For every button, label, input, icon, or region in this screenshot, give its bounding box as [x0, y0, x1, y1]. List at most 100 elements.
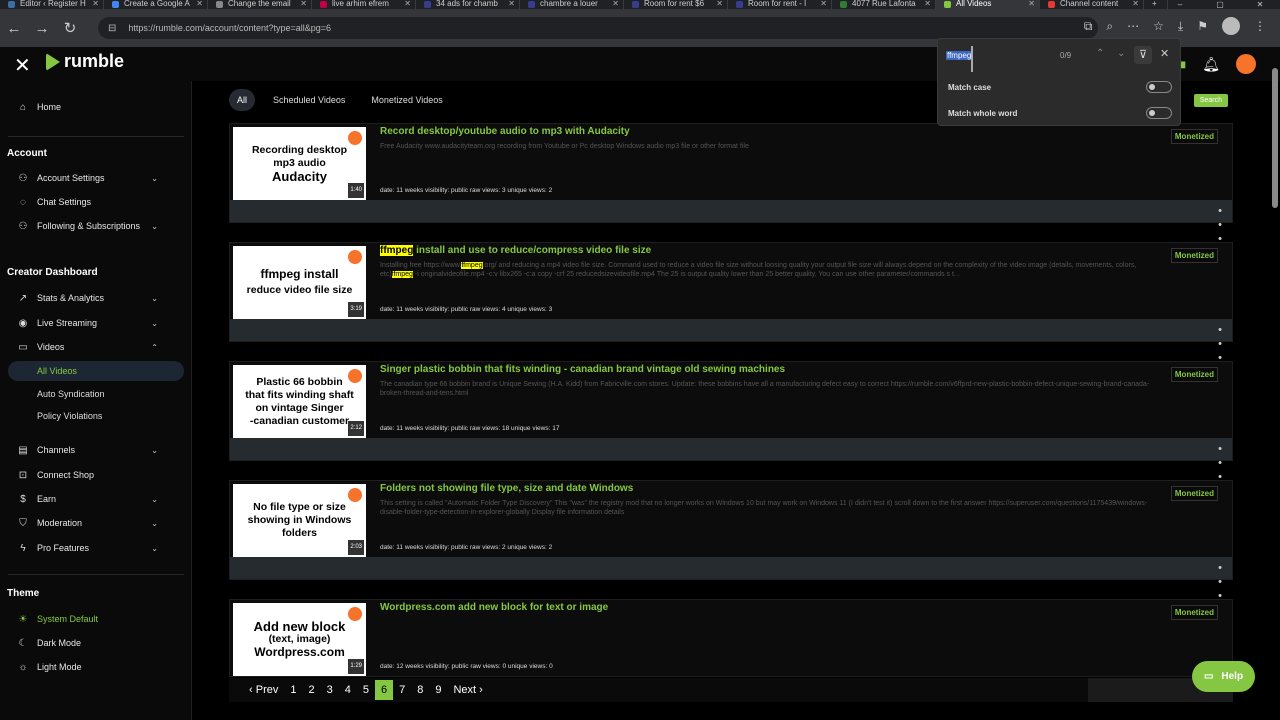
tab-close-icon[interactable]: ✕: [404, 0, 411, 8]
video-thumbnail[interactable]: Add new block (text, image) Wordpress.co…: [233, 603, 366, 676]
zoom-icon[interactable]: ⌕: [1106, 19, 1113, 34]
filter-icon[interactable]: ⊽: [1134, 46, 1152, 64]
video-thumbnail[interactable]: Plastic 66 bobbin that fits winding shaf…: [233, 365, 366, 438]
tab-close-icon[interactable]: ✕: [612, 0, 619, 8]
search-button[interactable]: Search: [1193, 94, 1228, 107]
find-close-icon[interactable]: ✕: [1160, 47, 1169, 60]
sidebar-item-pro-features[interactable]: ϟ Pro Features ⌄: [16, 538, 176, 558]
find-input[interactable]: ffmpeg: [946, 51, 973, 60]
page-scrollbar[interactable]: [1272, 60, 1278, 720]
sidebar-item-all-videos[interactable]: All Videos: [8, 361, 184, 381]
maximize-icon[interactable]: ▢: [1200, 0, 1240, 9]
tab-close-icon[interactable]: ✕: [1028, 0, 1035, 8]
tab-close-icon[interactable]: ✕: [300, 0, 307, 8]
sidebar-item-policy-violations[interactable]: Policy Violations: [37, 411, 102, 421]
tab-close-icon[interactable]: ✕: [716, 0, 723, 8]
profile-avatar[interactable]: [1222, 17, 1240, 35]
sidebar-item-channels[interactable]: ▤ Channels ⌄: [16, 440, 176, 460]
page-4-button[interactable]: 4: [338, 680, 357, 700]
back-icon[interactable]: ←: [0, 20, 28, 37]
video-title[interactable]: Wordpress.com add new block for text or …: [380, 602, 608, 613]
minimize-icon[interactable]: –: [1160, 0, 1200, 9]
close-window-icon[interactable]: ✕: [1240, 0, 1280, 9]
browser-tab[interactable]: Editor ‹ Register H ✕: [0, 0, 104, 9]
page-7-button[interactable]: 7: [393, 680, 412, 700]
rumble-logo[interactable]: rumble: [46, 51, 124, 72]
sidebar-item-auto-syndication[interactable]: Auto Syndication: [37, 389, 105, 399]
page-2-button[interactable]: 2: [302, 680, 321, 700]
extensions-icon[interactable]: ⚑: [1197, 19, 1208, 33]
tab-close-icon[interactable]: ✕: [1132, 0, 1139, 8]
kebab-menu-icon[interactable]: • • •: [1218, 442, 1222, 484]
browser-tab[interactable]: Room for rent $6 ✕: [624, 0, 728, 9]
chevron-down-icon: ⌄: [151, 518, 158, 528]
browser-tab[interactable]: 34 ads for chamb ✕: [416, 0, 520, 9]
bell-icon[interactable]: 🔔︎: [1202, 56, 1220, 73]
theme-system-default[interactable]: ☀ System Default: [16, 609, 99, 629]
theme-dark-mode[interactable]: ☾ Dark Mode: [16, 633, 82, 653]
prev-page-button[interactable]: ‹ Prev: [243, 680, 285, 700]
page-5-button[interactable]: 5: [356, 680, 375, 700]
sidebar-item-earn[interactable]: $ Earn ⌄: [16, 489, 176, 509]
reload-icon[interactable]: ↻: [56, 19, 84, 37]
video-title[interactable]: Folders not showing file type, size and …: [380, 483, 633, 494]
url-field[interactable]: ⊟ https://rumble.com/account/content?typ…: [98, 17, 1098, 39]
video-thumbnail[interactable]: No file type or size showing in Windows …: [233, 484, 366, 557]
whole-word-toggle[interactable]: [1146, 107, 1172, 119]
kebab-menu-icon[interactable]: • • •: [1218, 323, 1222, 365]
sidebar-item-moderation[interactable]: ⛉ Moderation ⌄: [16, 513, 176, 533]
tab-close-icon[interactable]: ✕: [820, 0, 827, 8]
user-avatar[interactable]: [1236, 54, 1256, 74]
sidebar-item-connect-shop[interactable]: ⊡ Connect Shop: [16, 465, 94, 485]
browser-tab[interactable]: 4077 Rue Lafonta ✕: [832, 0, 936, 9]
browser-tab[interactable]: Create a Google A ✕: [104, 0, 208, 9]
star-icon[interactable]: ☆: [1153, 19, 1164, 33]
browser-tab[interactable]: All Videos ✕: [936, 0, 1040, 9]
next-page-button[interactable]: Next ›: [447, 680, 489, 700]
page-9-button[interactable]: 9: [429, 680, 448, 700]
find-prev-icon[interactable]: ⌃: [1096, 48, 1104, 59]
tab-close-icon[interactable]: ✕: [92, 0, 99, 8]
more-icon[interactable]: ⋯: [1127, 19, 1139, 33]
filter-all[interactable]: All: [229, 89, 256, 111]
browser-tab[interactable]: live arhim efrem ✕: [312, 0, 416, 9]
tab-close-icon[interactable]: ✕: [196, 0, 203, 8]
sidebar-item-chat-settings[interactable]: ◌ Chat Settings: [16, 192, 91, 212]
kebab-menu-icon[interactable]: • • •: [1218, 204, 1222, 246]
sidebar-item-videos[interactable]: ▭ Videos ⌃: [16, 337, 176, 357]
browser-tab[interactable]: chambre a louer ✕: [520, 0, 624, 9]
tab-close-icon[interactable]: ✕: [508, 0, 515, 8]
theme-light-mode[interactable]: ☼ Light Mode: [16, 657, 81, 677]
page-1-button[interactable]: 1: [284, 680, 303, 700]
scrollbar-thumb[interactable]: [1272, 68, 1278, 208]
site-info-icon[interactable]: ⊟: [108, 23, 116, 34]
tab-close-icon[interactable]: ✕: [924, 0, 931, 8]
forward-icon[interactable]: →: [28, 20, 56, 37]
sidebar-item-account-settings[interactable]: ⚇ Account Settings ⌄: [16, 168, 176, 188]
filter-scheduled[interactable]: Scheduled Videos: [265, 89, 353, 111]
close-menu-icon[interactable]: ✕: [14, 53, 31, 78]
video-title[interactable]: Singer plastic bobbin that fits winding …: [380, 364, 785, 375]
video-thumbnail[interactable]: Recording desktop mp3 audio Audacity 1:4…: [233, 127, 366, 200]
browser-tab[interactable]: Change the email ✕: [208, 0, 312, 9]
sidebar-item-live[interactable]: ◉ Live Streaming ⌄: [16, 313, 176, 333]
browser-menu-icon[interactable]: ⋮: [1254, 19, 1266, 33]
filter-monetized[interactable]: Monetized Videos: [363, 89, 450, 111]
kebab-menu-icon[interactable]: • • •: [1218, 561, 1222, 603]
download-icon[interactable]: ⤓: [1178, 19, 1183, 34]
video-title[interactable]: ffmpeg install and use to reduce/compres…: [380, 245, 651, 256]
video-title[interactable]: Record desktop/youtube audio to mp3 with…: [380, 126, 630, 137]
page-8-button[interactable]: 8: [411, 680, 430, 700]
translate-icon[interactable]: ⧉: [1084, 19, 1093, 34]
find-next-icon[interactable]: ⌄: [1117, 48, 1125, 59]
browser-tab[interactable]: Channel content ✕: [1040, 0, 1144, 9]
page-6-button[interactable]: 6: [374, 680, 394, 700]
video-thumbnail[interactable]: ffmpeg install reduce video file size 3:…: [233, 246, 366, 319]
browser-tab[interactable]: Room for rent - I ✕: [728, 0, 832, 9]
sidebar-item-following[interactable]: ⚇ Following & Subscriptions ⌄: [16, 216, 176, 236]
help-button[interactable]: ▭ Help: [1192, 661, 1255, 692]
page-3-button[interactable]: 3: [320, 680, 339, 700]
sidebar-item-stats[interactable]: ↗ Stats & Analytics ⌄: [16, 288, 176, 308]
sidebar-item-home[interactable]: ⌂ Home: [16, 97, 61, 117]
match-case-toggle[interactable]: [1146, 81, 1172, 93]
